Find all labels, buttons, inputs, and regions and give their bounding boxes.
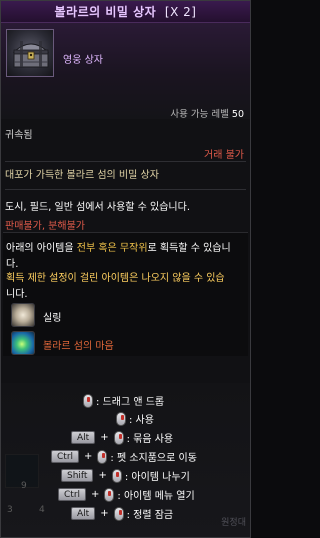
background-slot-number: 9 <box>21 481 27 491</box>
chest-icon <box>12 41 50 68</box>
item-description: 대포가 가득한 볼라르 섬의 비밀 상자 <box>5 170 159 181</box>
right-mouse-icon <box>113 506 124 521</box>
contents-warning-line2: 니다. <box>6 289 28 300</box>
hint-split: Shift + : 아이템 나누기 <box>61 468 190 483</box>
usage-area: 도시, 필드, 일반 섬에서 사용할 수 있습니다. <box>5 202 191 213</box>
item-tooltip: 볼라르의 비밀 상자 [X 2] 영웅 상자 사용 가능 레벨 50 귀속됨 거… <box>0 0 251 538</box>
item-grade: 영웅 상자 <box>63 55 103 66</box>
hint-bulk-use: Alt + : 묶음 사용 <box>71 430 173 445</box>
right-mouse-icon <box>113 430 124 445</box>
hint-move-to-pet: Ctrl + : 펫 소지품으로 이동 <box>51 449 197 464</box>
contents-info-line1: 아래의 아이템을 전부 혹은 무작위로 획득할 수 있습니 <box>6 243 231 254</box>
contents-info-line2: 다. <box>6 259 19 270</box>
divider <box>5 161 246 162</box>
no-sell: 판매불가 <box>5 221 42 232</box>
background-expedition-label: 원정대 <box>221 518 246 528</box>
contents-warning-line1: 획득 제한 설정이 걸린 아이템은 나오지 않을 수 있습 <box>6 273 225 284</box>
required-level-value: 50 <box>231 109 244 120</box>
ctrl-key: Ctrl <box>58 488 87 501</box>
required-level: 사용 가능 레벨 50 <box>170 106 244 120</box>
trade-status: 거래 불가 <box>204 150 244 161</box>
divider <box>5 189 246 190</box>
contents-highlight: 전부 혹은 무작위 <box>76 243 148 254</box>
right-mouse-icon <box>97 449 108 464</box>
shift-key: Shift <box>61 469 94 482</box>
island-heart-icon <box>11 331 35 355</box>
ctrl-key: Ctrl <box>51 450 80 463</box>
tooltip-header: 영웅 상자 사용 가능 레벨 50 <box>1 23 250 120</box>
restrictions: 판매불가, 분해불가 <box>5 221 85 232</box>
alt-key: Alt <box>71 507 96 520</box>
hint-use: : 사용 <box>116 411 154 426</box>
left-mouse-icon <box>111 468 122 483</box>
tooltip-title: 볼라르의 비밀 상자 [X 2] <box>1 1 250 23</box>
item-icon-slot[interactable] <box>6 29 54 77</box>
hint-sort-lock: Alt + : 정렬 잠금 <box>71 506 173 521</box>
item-name: 볼라르의 비밀 상자 <box>54 5 157 19</box>
silling-coin-icon <box>11 303 35 327</box>
alt-key: Alt <box>71 431 96 444</box>
left-mouse-icon <box>104 487 115 502</box>
left-mouse-icon <box>83 393 93 408</box>
item-count: [X 2] <box>164 5 197 19</box>
no-dismantle: 분해불가 <box>48 221 85 232</box>
reward-label: 실링 <box>43 313 62 324</box>
required-level-label: 사용 가능 레벨 <box>170 109 229 120</box>
reward-label: 볼라르 섬의 마음 <box>43 341 114 352</box>
reward-item[interactable]: 실링 <box>11 303 241 329</box>
hint-drag: : 드래그 앤 드롭 <box>83 393 164 408</box>
background-slot-number: 4 <box>39 505 45 515</box>
binding-status: 귀속됨 <box>5 130 33 141</box>
hint-item-menu: Ctrl + : 아이템 메뉴 열기 <box>58 487 195 502</box>
reward-item[interactable]: 볼라르 섬의 마음 <box>11 331 241 357</box>
right-mouse-icon <box>116 411 126 426</box>
box-contents: 아래의 아이템을 전부 혹은 무작위로 획득할 수 있습니 다. 획득 제한 설… <box>3 232 248 356</box>
background-slot-number: 3 <box>7 505 13 515</box>
